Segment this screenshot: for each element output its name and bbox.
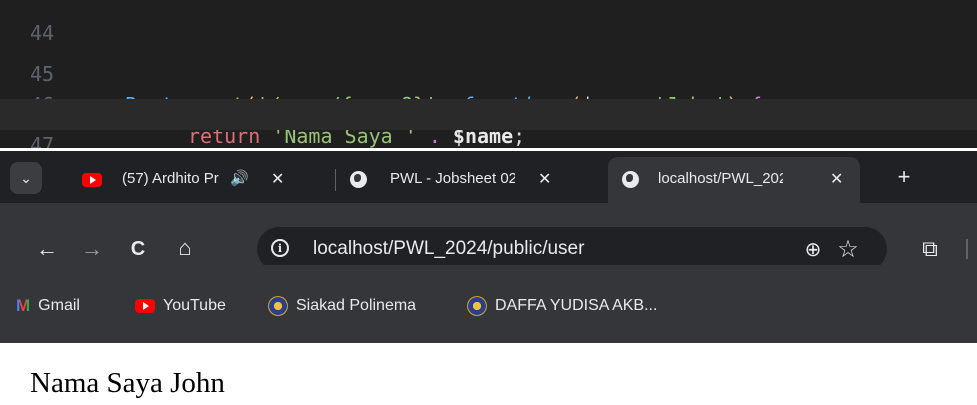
code-line: 48 (0, 131, 977, 148)
reload-icon: C (130, 237, 146, 260)
chevron-down-icon: ⌄ (20, 169, 32, 186)
reload-button[interactable]: C (121, 232, 155, 266)
page-content: Nama Saya John (0, 343, 977, 405)
youtube-icon (82, 173, 102, 187)
close-tab-icon[interactable]: ✕ (271, 169, 284, 189)
puzzle-icon: ⧉ (922, 236, 938, 261)
code-line: 44 (0, 0, 977, 45)
arrow-left-icon: ← (36, 236, 58, 261)
page-output-text: Nama Saya John (30, 367, 225, 399)
tab-title: PWL - Jobsheet 02 (390, 170, 515, 187)
bookmark-label: Gmail (38, 297, 80, 314)
bookmark-label: Siakad Polinema (296, 297, 417, 314)
gmail-icon: M (16, 296, 31, 315)
forward-button[interactable]: → (75, 232, 109, 266)
home-icon: ⌂ (178, 235, 192, 260)
code-line: 46 return 'Nama Saya ' . $name; (0, 59, 977, 148)
tab-strip: ⌄ (57) Ardhito Pr 🔊 ✕ PWL - Jobsheet 02 … (0, 151, 977, 203)
globe-icon (622, 171, 639, 188)
close-tab-icon[interactable]: ✕ (538, 169, 551, 189)
plus-icon: + (897, 164, 911, 189)
home-button[interactable]: ⌂ (168, 231, 202, 265)
tab-title: localhost/PWL_202 (658, 170, 783, 187)
close-tab-icon[interactable]: ✕ (830, 169, 843, 189)
bookmark-star-icon[interactable]: ☆ (832, 233, 864, 265)
code-editor: 44 45 Route::get('/user/{name?}', functi… (0, 0, 977, 148)
tab-title: (57) Ardhito Pr (122, 170, 219, 187)
arrow-right-icon: → (81, 236, 103, 261)
tab-search-button[interactable]: ⌄ (10, 162, 42, 194)
bookmark-youtube[interactable]: YouTube (135, 295, 226, 317)
audio-playing-icon[interactable]: 🔊 (230, 169, 249, 187)
youtube-icon (135, 299, 155, 313)
back-button[interactable]: ← (30, 232, 64, 266)
polinema-seal-icon (268, 296, 288, 316)
tab-separator (335, 169, 336, 191)
site-info-icon[interactable]: i (271, 239, 289, 257)
bookmarks-bar: M Gmail YouTube Siakad Polinema DAFFA YU… (0, 265, 977, 343)
new-tab-button[interactable]: + (888, 161, 920, 193)
code-line-current: 47 }); (0, 99, 977, 148)
bookmark-label: YouTube (163, 297, 226, 314)
polinema-seal-icon (467, 296, 487, 316)
code-line: 45 Route::get('/user/{name?}', function … (0, 28, 977, 117)
tab-jobsheet[interactable]: PWL - Jobsheet 02 ✕ (338, 157, 598, 203)
bookmark-daffa-yudisa[interactable]: DAFFA YUDISA AKB... (467, 295, 657, 317)
tab-youtube[interactable]: (57) Ardhito Pr 🔊 ✕ (60, 157, 325, 203)
bookmark-gmail[interactable]: M Gmail (16, 295, 80, 317)
extensions-button[interactable]: ⧉ (913, 232, 947, 266)
globe-icon (350, 171, 367, 188)
toolbar-separator (966, 239, 968, 259)
tab-localhost[interactable]: localhost/PWL_202 ✕ (608, 157, 860, 203)
bookmark-label: DAFFA YUDISA AKB... (495, 297, 658, 314)
zoom-icon[interactable]: ⊕ (797, 233, 829, 265)
bookmark-siakad-polinema[interactable]: Siakad Polinema (268, 295, 416, 317)
